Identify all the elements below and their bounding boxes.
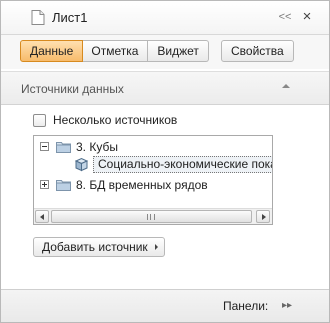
horizontal-scrollbar[interactable]: [34, 208, 272, 224]
scrollbar-thumb[interactable]: [51, 210, 252, 223]
panel-window: Лист1 << × Данные Отметка Виджет Свойств…: [0, 0, 330, 323]
panels-label: Панели:: [223, 299, 269, 313]
data-sources-section-header[interactable]: Источники данных: [1, 71, 329, 105]
tree-node-cubes[interactable]: 3. Кубы: [40, 138, 118, 155]
close-icon[interactable]: ×: [298, 8, 316, 26]
properties-button[interactable]: Свойства: [221, 40, 294, 62]
document-icon: [31, 10, 45, 25]
panels-footer: Панели: ▸▸: [1, 289, 329, 322]
window-title: Лист1: [52, 10, 88, 25]
expand-panels-icon[interactable]: ▸▸: [280, 299, 294, 313]
sources-tree: 3. Кубы Социально-экономические показате…: [33, 135, 273, 225]
tree-node-cube[interactable]: Социально-экономические показатели: [74, 156, 272, 173]
window-header: Лист1 << ×: [1, 1, 329, 35]
dropdown-arrow-icon: [154, 244, 158, 250]
tree-node-label: 3. Кубы: [76, 139, 118, 154]
collapse-section-icon[interactable]: [282, 84, 290, 88]
folder-icon: [56, 141, 71, 153]
data-panel: Источники данных Несколько источников 3.…: [1, 69, 329, 289]
multiple-sources-label: Несколько источников: [53, 113, 178, 127]
cube-icon: [74, 157, 89, 172]
collapse-node-icon[interactable]: [40, 142, 49, 151]
multiple-sources-checkbox[interactable]: Несколько источников: [33, 112, 177, 128]
expand-node-icon[interactable]: [40, 180, 49, 189]
tree-node-timeseries[interactable]: 8. БД временных рядов: [40, 176, 208, 193]
add-source-button[interactable]: Добавить источник: [33, 237, 165, 257]
tree-node-label: 8. БД временных рядов: [76, 177, 208, 192]
scroll-left-button[interactable]: [35, 210, 49, 223]
tab-widget[interactable]: Виджет: [148, 40, 209, 62]
checkbox-box[interactable]: [33, 113, 46, 127]
tab-group: Данные Отметка Виджет: [20, 40, 209, 62]
folder-icon: [56, 179, 71, 191]
tab-data[interactable]: Данные: [20, 40, 84, 62]
add-source-label: Добавить источник: [42, 240, 148, 254]
tab-selection[interactable]: Отметка: [82, 40, 149, 62]
tabs-toolbar: Данные Отметка Виджет Свойства: [1, 35, 329, 69]
section-title: Источники данных: [21, 82, 124, 96]
tree-node-label-selected: Социально-экономические показатели: [93, 156, 272, 173]
collapse-panel-icon[interactable]: <<: [277, 9, 293, 25]
scroll-right-button[interactable]: [256, 210, 270, 223]
